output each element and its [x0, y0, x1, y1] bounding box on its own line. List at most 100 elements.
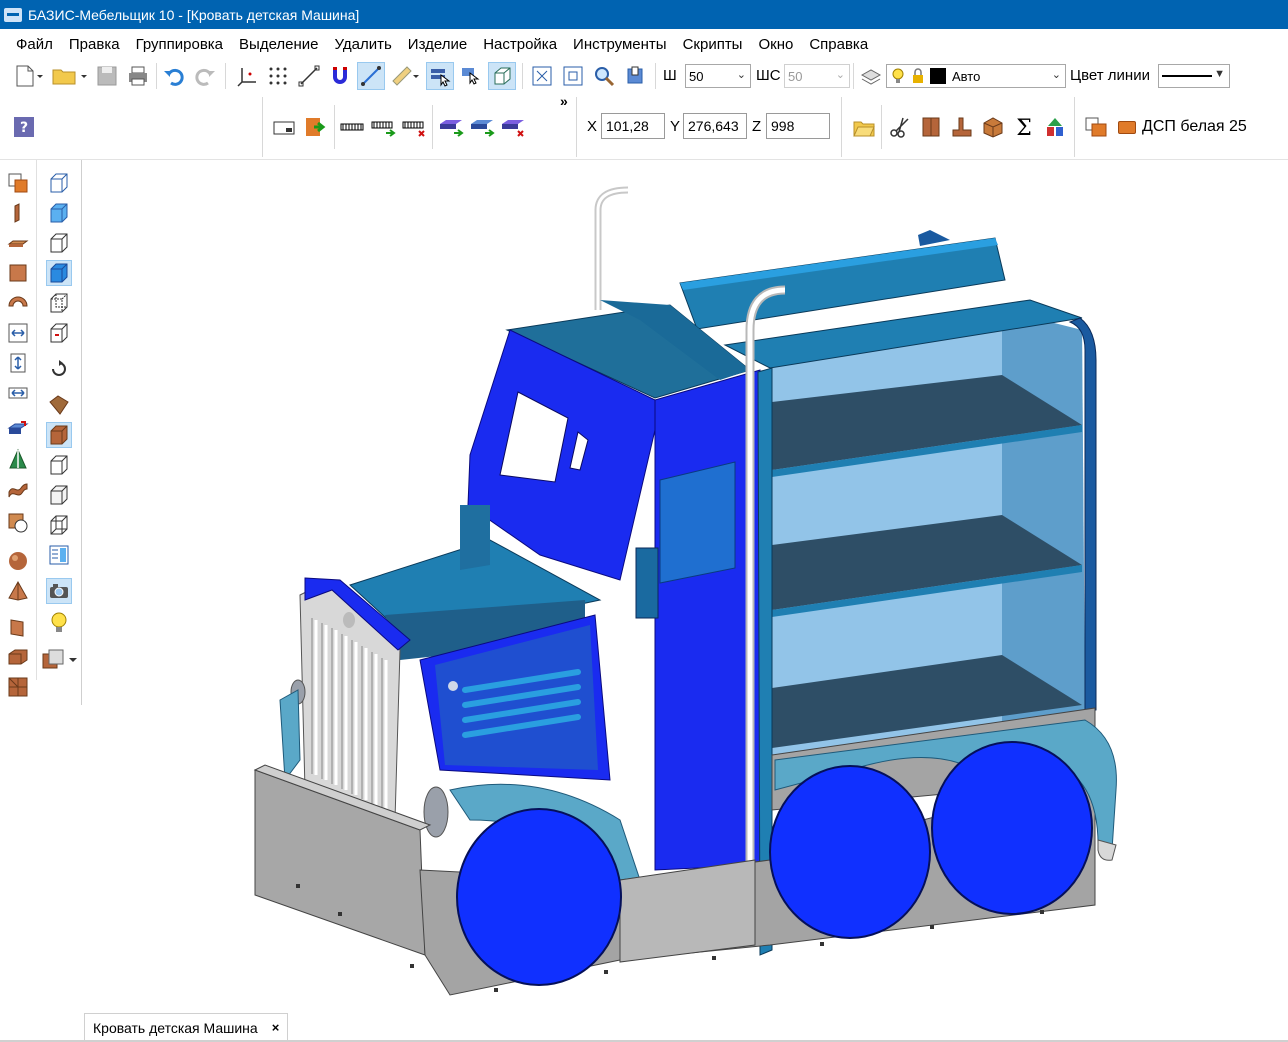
fit-horizontal-icon[interactable]: [5, 320, 31, 346]
toolbar-overflow-icon[interactable]: »: [560, 93, 568, 109]
profile-icon[interactable]: [948, 113, 976, 141]
drawing-icon[interactable]: [270, 113, 298, 141]
menu-delete[interactable]: Удалить: [327, 36, 400, 53]
redo-icon[interactable]: [192, 63, 218, 89]
select-objects-icon[interactable]: [458, 63, 484, 89]
box-transparent-icon[interactable]: [46, 512, 72, 538]
horizontal-panel-icon[interactable]: [5, 230, 31, 256]
box-hidden-lines-icon[interactable]: [46, 290, 72, 316]
material-name[interactable]: ДСП белая 25: [1142, 118, 1247, 136]
box-blue-icon[interactable]: [46, 200, 72, 226]
print-icon[interactable]: [125, 63, 151, 89]
add-fastener-icon[interactable]: [369, 113, 397, 141]
box-edges-icon[interactable]: [46, 482, 72, 508]
bent-panel-icon[interactable]: [5, 290, 31, 316]
materials-icon[interactable]: [1041, 113, 1069, 141]
layers-icon[interactable]: [858, 63, 884, 89]
menu-edit[interactable]: Правка: [61, 36, 128, 53]
x-label: X: [587, 118, 598, 135]
drawer-icon[interactable]: [5, 644, 31, 670]
material-dropdown-icon[interactable]: [40, 646, 80, 672]
edge-band-icon[interactable]: [437, 113, 465, 141]
layout-panel-icon[interactable]: [46, 542, 72, 568]
cabinet-icon[interactable]: [917, 113, 945, 141]
new-file-icon[interactable]: [12, 63, 46, 89]
facade-icon[interactable]: [5, 674, 31, 700]
fit-width-icon[interactable]: [5, 380, 31, 406]
magnet-icon[interactable]: [327, 63, 353, 89]
menu-settings[interactable]: Настройка: [475, 36, 565, 53]
open-folder-icon[interactable]: [50, 63, 90, 89]
sh-combo[interactable]: 50 ⌄: [685, 64, 751, 88]
vertical-panel-icon[interactable]: [5, 200, 31, 226]
front-panel-icon[interactable]: [5, 260, 31, 286]
y-coordinate-input[interactable]: 276,643: [683, 113, 747, 139]
menu-help[interactable]: Справка: [801, 36, 876, 53]
shs-combo[interactable]: 50 ⌄: [784, 64, 850, 88]
line-style-value: Авто: [952, 68, 981, 84]
panel-tool-icon[interactable]: [5, 170, 31, 196]
fastener-icon[interactable]: [338, 113, 366, 141]
document-tab[interactable]: Кровать детская Машина ×: [84, 1013, 289, 1041]
split-panel-icon[interactable]: [5, 446, 31, 472]
rotate-icon[interactable]: [46, 356, 72, 382]
zoom-icon[interactable]: [591, 63, 617, 89]
menu-selection[interactable]: Выделение: [231, 36, 326, 53]
x-coordinate-input[interactable]: 101,28: [601, 113, 665, 139]
z-coordinate-input[interactable]: 998: [766, 113, 830, 139]
svg-text:?: ?: [20, 120, 28, 136]
remove-edge-band-icon[interactable]: [499, 113, 527, 141]
box-wire-icon[interactable]: [46, 230, 72, 256]
line-snap-icon[interactable]: [296, 63, 322, 89]
3d-view-icon[interactable]: [488, 62, 516, 90]
svg-text:Σ: Σ: [1016, 116, 1032, 138]
ruler-icon[interactable]: [389, 63, 423, 89]
open-folder-icon[interactable]: [850, 113, 878, 141]
solid-box-icon[interactable]: [46, 422, 72, 448]
segment-snap-icon[interactable]: [357, 62, 385, 90]
menu-window[interactable]: Окно: [750, 36, 801, 53]
shs-label: ШС: [756, 67, 781, 84]
box-icon[interactable]: [979, 113, 1007, 141]
box-rotate-icon[interactable]: [46, 320, 72, 346]
help-icon[interactable]: ?: [12, 115, 36, 139]
line-color-combo[interactable]: ▼: [1158, 64, 1230, 88]
shs-value: 50: [788, 68, 803, 84]
zoom-window-icon[interactable]: [560, 63, 586, 89]
3d-viewport[interactable]: [83, 161, 1288, 1011]
zoom-extents-icon[interactable]: [529, 63, 555, 89]
export-icon[interactable]: [302, 113, 330, 141]
pyramid-icon[interactable]: [5, 578, 31, 604]
menu-scripts[interactable]: Скрипты: [675, 36, 751, 53]
pan-icon[interactable]: [622, 63, 648, 89]
select-panels-icon[interactable]: [426, 62, 454, 90]
menu-tools[interactable]: Инструменты: [565, 36, 675, 53]
panel-material-icon[interactable]: [1082, 113, 1110, 141]
box-shaded-icon[interactable]: [46, 260, 72, 286]
remove-fastener-icon[interactable]: [400, 113, 428, 141]
camera-icon[interactable]: [46, 578, 72, 604]
axes-icon[interactable]: [234, 63, 260, 89]
add-edge-band-icon[interactable]: [468, 113, 496, 141]
box-outline-icon[interactable]: [46, 170, 72, 196]
close-icon[interactable]: ×: [272, 1020, 280, 1035]
sphere-icon[interactable]: [5, 548, 31, 574]
hole-panel-icon[interactable]: [5, 510, 31, 536]
scissors-icon[interactable]: [886, 113, 914, 141]
fit-vertical-icon[interactable]: [5, 350, 31, 376]
menu-grouping[interactable]: Группировка: [128, 36, 231, 53]
sum-icon[interactable]: Σ: [1010, 113, 1038, 141]
texture-icon[interactable]: [46, 392, 72, 418]
save-icon[interactable]: [94, 63, 120, 89]
white-box-icon[interactable]: [46, 452, 72, 478]
undo-icon[interactable]: [161, 63, 187, 89]
line-style-combo[interactable]: Авто ⌄: [886, 64, 1066, 88]
menu-product[interactable]: Изделие: [400, 36, 475, 53]
secondary-toolbar: ? » X 101,28 Y 276,643 Z 998 Σ ДСП белая…: [0, 93, 1288, 160]
grid-snap-icon[interactable]: [265, 63, 291, 89]
move-panel-icon[interactable]: [5, 416, 31, 442]
curve-panel-icon[interactable]: [5, 476, 31, 502]
light-bulb-icon[interactable]: [46, 610, 72, 636]
menu-file[interactable]: Файл: [8, 36, 61, 53]
tilted-panel-icon[interactable]: [5, 614, 31, 640]
